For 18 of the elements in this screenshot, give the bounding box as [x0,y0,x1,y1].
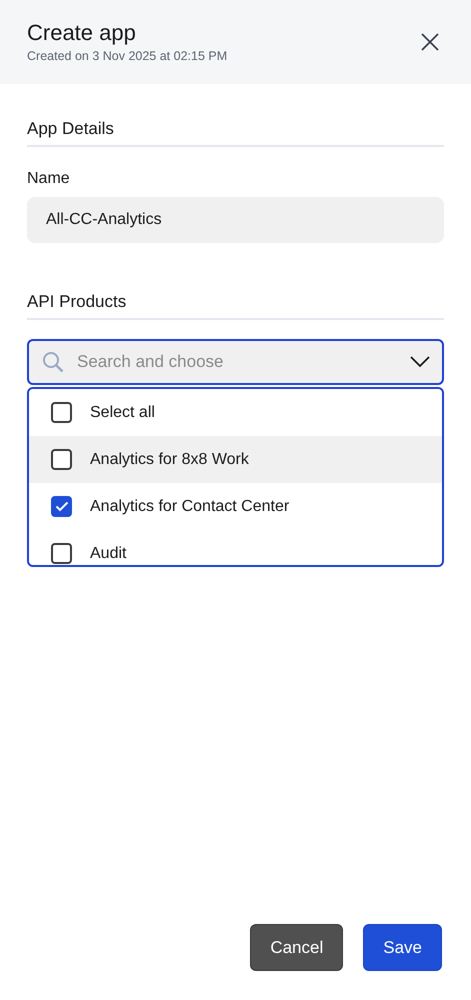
dialog-title: Create app [27,19,137,47]
section-heading: API Products [27,292,126,311]
checkbox[interactable] [51,449,72,470]
checkbox[interactable] [51,402,72,423]
section-heading: App Details [27,119,114,138]
name-field[interactable]: All-CC-Analytics [27,197,444,243]
search-select-field[interactable]: Search and choose [27,339,444,385]
check-icon [54,501,68,512]
chevron-icon[interactable] [410,356,430,368]
field-label: Name [27,169,71,189]
save-button[interactable]: Save [363,924,442,971]
checkbox[interactable] [51,496,72,517]
option-row[interactable]: Analytics for 8x8 Work [29,436,442,483]
cancel-button[interactable]: Cancel [250,924,344,971]
close-icon[interactable] [420,32,440,52]
search-icon [42,351,64,373]
checkbox[interactable] [51,543,72,564]
created-date: Created on 3 Nov 2025 at 02:15 PM [27,48,228,65]
